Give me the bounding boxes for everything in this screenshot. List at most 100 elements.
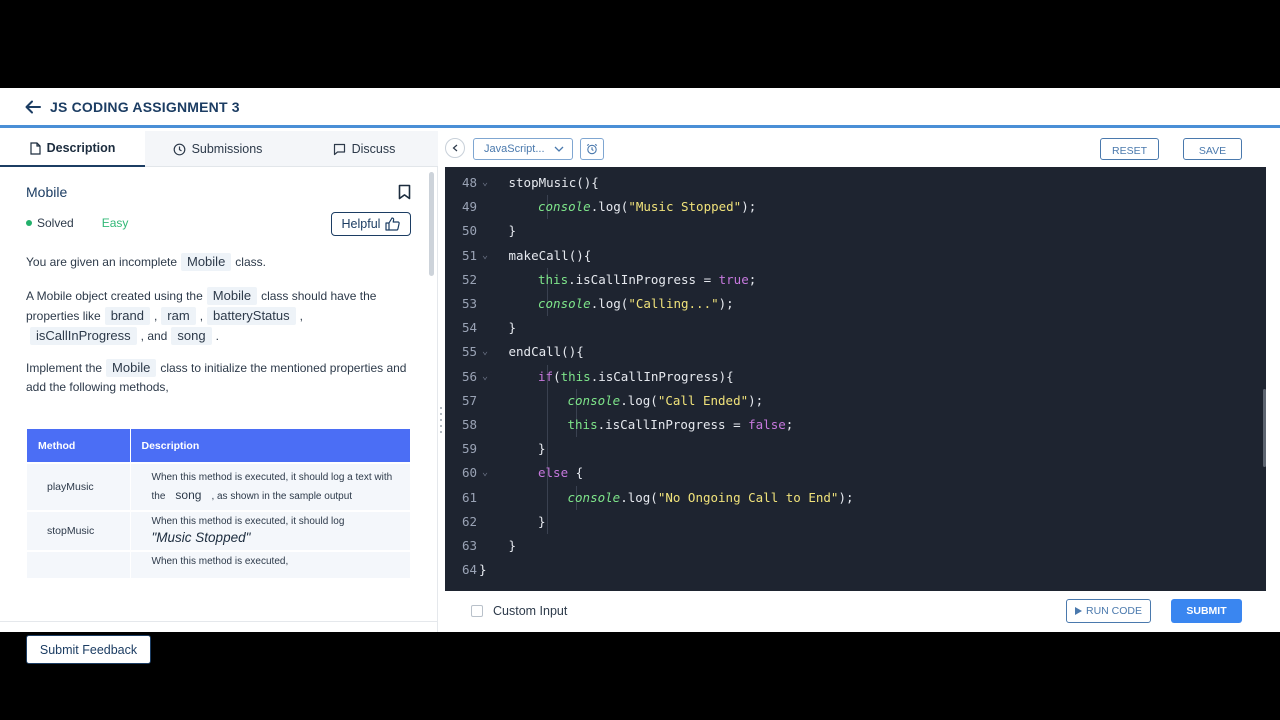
properties-paragraph: A Mobile object created using the Mobile c… [26, 286, 416, 346]
table-row: stopMusic When this method is executed, … [27, 510, 410, 551]
code-line[interactable]: } [479, 562, 487, 577]
alarm-clock-icon [586, 143, 598, 155]
reset-button[interactable]: RESET [1100, 138, 1159, 160]
line-number: 63 [461, 538, 477, 553]
thumbs-up-icon [385, 217, 401, 231]
description-cell: When this method is executed, it should … [130, 462, 410, 511]
code-line[interactable]: } [509, 320, 517, 335]
line-number: 55 [461, 344, 477, 360]
table-header-row: Method Description [27, 429, 410, 463]
editor-panel: JavaScript... RESET SAVE 48 ⌄ stopMusic(){… [445, 131, 1280, 632]
column-header-description: Description [130, 429, 410, 463]
code-line[interactable]: this.isCallInProgress = true; [538, 272, 756, 287]
description-italic: "Music Stopped" [151, 530, 251, 545]
table-row: When this method is executed, [27, 550, 410, 578]
separator: , [153, 309, 158, 323]
header-bar: JS CODING ASSIGNMENT 3 [0, 88, 1280, 128]
code-editor[interactable]: 48 ⌄ stopMusic(){ 49 console.log("Music Stop… [445, 167, 1266, 591]
back-arrow-icon[interactable] [24, 98, 42, 116]
properties-text: , and [140, 329, 168, 343]
problem-panel: Description Submissions Discuss Mobile S… [0, 131, 438, 664]
code-line[interactable]: } [538, 514, 546, 529]
code-chip: Mobile [106, 359, 157, 377]
code-chip: Mobile [206, 287, 258, 305]
panel-resize-handle[interactable] [438, 407, 444, 439]
code-line[interactable]: makeCall(){ [509, 248, 592, 263]
bookmark-icon[interactable] [398, 184, 411, 200]
custom-input-label: Custom Input [493, 604, 568, 618]
description-scroll-area[interactable]: Mobile Solved Easy Helpful You are given… [0, 168, 438, 578]
line-number: 64 [461, 562, 477, 578]
line-number: 61 [461, 489, 477, 505]
line-number: 56 [461, 368, 477, 384]
code-chip: Mobile [181, 253, 232, 271]
submit-button[interactable]: SUBMIT [1171, 599, 1242, 623]
submit-feedback-button[interactable]: Submit Feedback [26, 635, 151, 664]
problem-title: Mobile [26, 184, 68, 200]
description-text: , as shown in the sample output [211, 490, 353, 502]
tab-discuss-label: Discuss [351, 142, 396, 156]
run-code-label: RUN CODE [1085, 605, 1142, 617]
language-value: JavaScript... [484, 143, 545, 155]
fold-chevron-icon[interactable]: ⌄ [482, 371, 488, 382]
line-number: 48 [461, 175, 477, 190]
description-text: When this method is executed, it should … [151, 516, 345, 527]
save-button[interactable]: SAVE [1183, 138, 1242, 160]
properties-text: A Mobile object created using the [26, 289, 203, 303]
code-line[interactable]: console.log("Call Ended"); [568, 393, 764, 408]
difficulty-label: Easy [101, 216, 129, 230]
intro-text: You are given an incomplete [26, 255, 177, 269]
editor-footer: Custom Input RUN CODE SUBMIT [445, 591, 1280, 632]
code-line[interactable]: console.log("Calling..."); [538, 296, 734, 311]
document-icon [30, 141, 41, 155]
description-cell: When this method is executed, [130, 550, 410, 578]
code-line[interactable]: if(this.isCallInProgress){ [538, 369, 734, 384]
fold-chevron-icon[interactable]: ⌄ [482, 467, 488, 478]
line-number: 51 [461, 247, 477, 263]
line-number: 59 [461, 441, 477, 457]
intro-text-end: class. [235, 255, 266, 269]
clock-icon [173, 143, 185, 155]
code-line[interactable]: else { [538, 465, 583, 480]
chat-icon [333, 143, 345, 155]
code-line[interactable]: this.isCallInProgress = false; [568, 417, 794, 432]
table-row: playMusic When this method is executed, … [27, 462, 410, 511]
code-line[interactable]: stopMusic(){ [509, 175, 599, 190]
language-select[interactable]: JavaScript... [473, 138, 573, 160]
timer-button[interactable] [580, 138, 604, 160]
code-line[interactable]: console.log("Music Stopped"); [538, 199, 756, 214]
collapse-panel-button[interactable] [445, 138, 465, 158]
column-header-method: Method [27, 429, 131, 463]
problem-status: Solved Easy [26, 216, 128, 230]
tab-submissions-label: Submissions [191, 142, 263, 156]
methods-table: Method Description playMusic When this m… [27, 429, 410, 578]
code-line[interactable]: endCall(){ [509, 344, 584, 359]
solved-dot-icon [26, 220, 32, 226]
fold-chevron-icon[interactable]: ⌄ [482, 177, 488, 188]
code-line[interactable]: } [538, 441, 546, 456]
code-line[interactable]: } [509, 538, 517, 553]
line-number: 49 [461, 199, 477, 215]
scrollbar-thumb[interactable] [429, 172, 434, 276]
indent-guide [546, 388, 548, 413]
editor-scrollbar[interactable] [1263, 389, 1266, 467]
run-code-button[interactable]: RUN CODE [1066, 599, 1151, 623]
chevron-left-icon [452, 144, 458, 152]
fold-chevron-icon[interactable]: ⌄ [482, 346, 488, 357]
fold-chevron-icon[interactable]: ⌄ [482, 250, 488, 261]
implement-paragraph: Implement the Mobile class to initialize t… [26, 359, 416, 397]
description-text: When this method is executed, [151, 556, 289, 567]
separator: . [215, 329, 219, 343]
tab-description[interactable]: Description [0, 131, 145, 167]
helpful-button[interactable]: Helpful [331, 212, 411, 236]
custom-input-checkbox[interactable] [471, 605, 483, 617]
tab-discuss[interactable]: Discuss [290, 131, 438, 167]
code-line[interactable]: } [509, 223, 517, 238]
tab-submissions[interactable]: Submissions [145, 131, 290, 167]
indent-guide [546, 509, 548, 534]
play-icon [1074, 607, 1082, 615]
code-chip: ram [161, 307, 196, 325]
implement-text: Implement the [26, 361, 103, 375]
app-frame: JS CODING ASSIGNMENT 3 Description Submi… [0, 88, 1280, 664]
code-line[interactable]: console.log("No Ongoing Call to End"); [568, 490, 854, 505]
